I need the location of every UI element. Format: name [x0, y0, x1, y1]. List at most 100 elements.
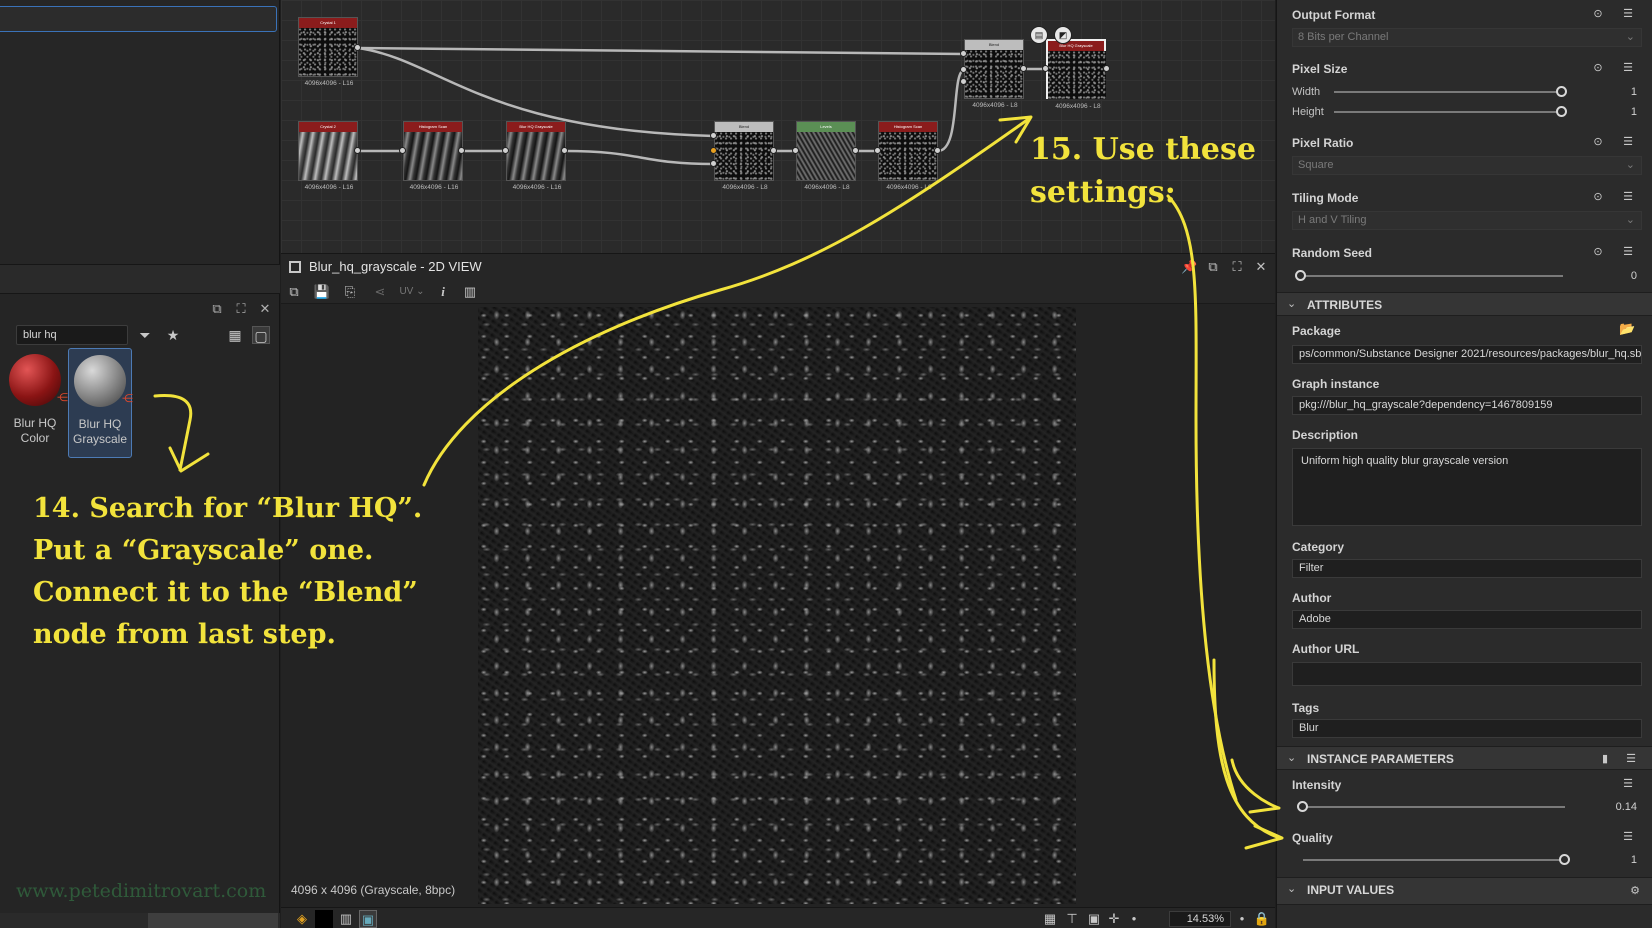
input-port[interactable]: [960, 78, 967, 85]
graph-editor[interactable]: Crystal 1 4096x4096 - L16 Crystal 2 4096…: [281, 0, 1275, 253]
maximize-panel-icon[interactable]: ⛶: [1229, 259, 1245, 275]
output-format-select[interactable]: 8 Bits per Channel ⌄: [1292, 28, 1642, 47]
expose-parameter-icon[interactable]: ⊙: [1590, 7, 1606, 21]
output-port[interactable]: [561, 147, 568, 154]
input-port[interactable]: [710, 147, 717, 154]
graph-instance-field[interactable]: pkg:///blur_hq_grayscale?dependency=1467…: [1292, 396, 1642, 415]
info-icon[interactable]: i: [434, 283, 452, 301]
library-item-blur-hq-grayscale[interactable]: ⋲ Blur HQ Grayscale: [68, 348, 133, 458]
random-seed-value[interactable]: 0: [1607, 270, 1637, 282]
output-port[interactable]: [354, 147, 361, 154]
parameter-menu-icon[interactable]: ☰: [1620, 830, 1636, 844]
library-search-input[interactable]: [16, 325, 128, 345]
layers-icon[interactable]: ◈: [293, 910, 311, 928]
uv-dropdown[interactable]: UV ⌄: [397, 283, 427, 301]
node-blur-hq-grayscale-selected[interactable]: Blur HQ Grayscale 4096x4096 - L8: [1046, 39, 1106, 110]
parameter-menu-icon[interactable]: ☰: [1620, 777, 1636, 791]
input-port[interactable]: [874, 147, 881, 154]
share-icon[interactable]: ⋖: [371, 283, 389, 301]
close-panel-icon[interactable]: ✕: [1253, 259, 1269, 275]
output-port[interactable]: [458, 147, 465, 154]
channels-icon[interactable]: ▥: [337, 910, 355, 928]
parameter-menu-icon[interactable]: ☰: [1620, 7, 1636, 21]
input-port[interactable]: [399, 147, 406, 154]
settings-icon[interactable]: ⚙: [1627, 884, 1643, 898]
tiling-mode-select[interactable]: H and V Tiling ⌄: [1292, 211, 1642, 230]
input-values-section-header[interactable]: ⌄ INPUT VALUES ⚙: [1277, 877, 1652, 905]
node-histogram-scan[interactable]: Histogram Scan 4096x4096 - L16: [403, 121, 463, 191]
expose-parameter-icon[interactable]: ⊙: [1590, 190, 1606, 204]
node-blend-b[interactable]: Blend 4096x4096 - L8: [964, 39, 1024, 109]
center-view-icon[interactable]: ✛: [1105, 910, 1123, 928]
expose-parameter-icon[interactable]: ⊙: [1590, 245, 1606, 259]
node-blur-hq-grayscale-a[interactable]: Blur HQ Grayscale 4096x4096 - L16: [506, 121, 566, 191]
package-field[interactable]: ps/common/Substance Designer 2021/resour…: [1292, 345, 1642, 364]
author-field[interactable]: Adobe: [1292, 610, 1642, 629]
filter-icon[interactable]: ⏷: [136, 326, 154, 344]
random-seed-slider-handle[interactable]: [1295, 270, 1306, 281]
pin-icon[interactable]: 📌: [1181, 259, 1197, 275]
comment-icon[interactable]: ▤: [1030, 26, 1048, 44]
width-slider-track[interactable]: [1334, 91, 1562, 93]
input-port[interactable]: [710, 160, 717, 167]
expose-parameter-icon[interactable]: ⊙: [1590, 135, 1606, 149]
grid-icon[interactable]: ▦: [1041, 910, 1059, 928]
zoom-out-icon[interactable]: ●: [1125, 910, 1143, 928]
pixel-ratio-select[interactable]: Square ⌄: [1292, 156, 1642, 175]
height-slider-track[interactable]: [1334, 111, 1562, 113]
output-port[interactable]: [1103, 65, 1110, 72]
thumbnail-view-icon[interactable]: ▢: [252, 326, 270, 344]
input-port[interactable]: [710, 132, 717, 139]
attributes-section-header[interactable]: ⌄ ATTRIBUTES: [1277, 292, 1652, 316]
pixel-ratio-icon[interactable]: ⊤: [1063, 910, 1081, 928]
output-port[interactable]: [934, 147, 941, 154]
node-histogram-scan-b[interactable]: Histogram Scan 4096x4096 - L8: [878, 121, 938, 191]
folder-open-icon[interactable]: 📂: [1619, 322, 1635, 336]
input-port[interactable]: [960, 66, 967, 73]
input-port[interactable]: [792, 147, 799, 154]
texture-preview-canvas[interactable]: [478, 307, 1076, 904]
input-port[interactable]: [502, 147, 509, 154]
zoom-in-icon[interactable]: ●: [1233, 910, 1251, 928]
quality-slider-handle[interactable]: [1559, 854, 1570, 865]
view-layout-icon[interactable]: ⧉: [285, 283, 303, 301]
input-port[interactable]: [960, 50, 967, 57]
output-port[interactable]: [852, 147, 859, 154]
output-port[interactable]: [354, 44, 361, 51]
lock-icon[interactable]: 🔒: [1253, 910, 1271, 928]
expose-parameter-icon[interactable]: ⊙: [1590, 61, 1606, 75]
parameter-menu-icon[interactable]: ☰: [1620, 135, 1636, 149]
intensity-slider-handle[interactable]: [1297, 801, 1308, 812]
category-field[interactable]: Filter: [1292, 559, 1642, 578]
zoom-level-field[interactable]: 14.53%: [1169, 911, 1231, 927]
section-menu-icon[interactable]: ☰: [1623, 752, 1639, 766]
output-port[interactable]: [770, 147, 777, 154]
maximize-panel-icon[interactable]: ⛶: [234, 302, 248, 316]
node-levels[interactable]: Levels 4096x4096 - L8: [796, 121, 856, 191]
height-value[interactable]: 1: [1607, 106, 1637, 118]
parameter-menu-icon[interactable]: ☰: [1620, 245, 1636, 259]
tags-field[interactable]: Blur: [1292, 719, 1642, 738]
quality-slider-track[interactable]: [1303, 859, 1565, 861]
parameter-menu-icon[interactable]: ☰: [1620, 190, 1636, 204]
node-blend-a[interactable]: Blend 4096x4096 - L8: [714, 121, 774, 191]
intensity-value[interactable]: 0.14: [1593, 801, 1637, 813]
float-panel-icon[interactable]: ⧉: [210, 302, 224, 316]
float-panel-icon[interactable]: ⧉: [1205, 259, 1221, 275]
preset-icon[interactable]: ▮: [1597, 752, 1613, 766]
favorites-icon[interactable]: ★: [164, 326, 182, 344]
copy-icon[interactable]: ⎘: [341, 283, 359, 301]
display-mode-icon[interactable]: ▣: [359, 910, 377, 928]
background-black-icon[interactable]: [315, 910, 333, 928]
quality-value[interactable]: 1: [1607, 854, 1637, 866]
library-item-blur-hq-color[interactable]: ⋲ Blur HQ Color: [3, 348, 68, 458]
grid-view-icon[interactable]: ▦: [226, 326, 244, 344]
width-slider-handle[interactable]: [1556, 86, 1567, 97]
random-seed-slider-track[interactable]: [1301, 275, 1563, 277]
input-port[interactable]: [1042, 65, 1049, 72]
author-url-field[interactable]: [1292, 662, 1642, 686]
intensity-slider-track[interactable]: [1303, 806, 1565, 808]
node-crystal-1[interactable]: Crystal 1 4096x4096 - L16: [298, 17, 358, 87]
instance-parameters-section-header[interactable]: ⌄ INSTANCE PARAMETERS ▮ ☰: [1277, 746, 1652, 770]
output-node-icon[interactable]: ◩: [1054, 26, 1072, 44]
